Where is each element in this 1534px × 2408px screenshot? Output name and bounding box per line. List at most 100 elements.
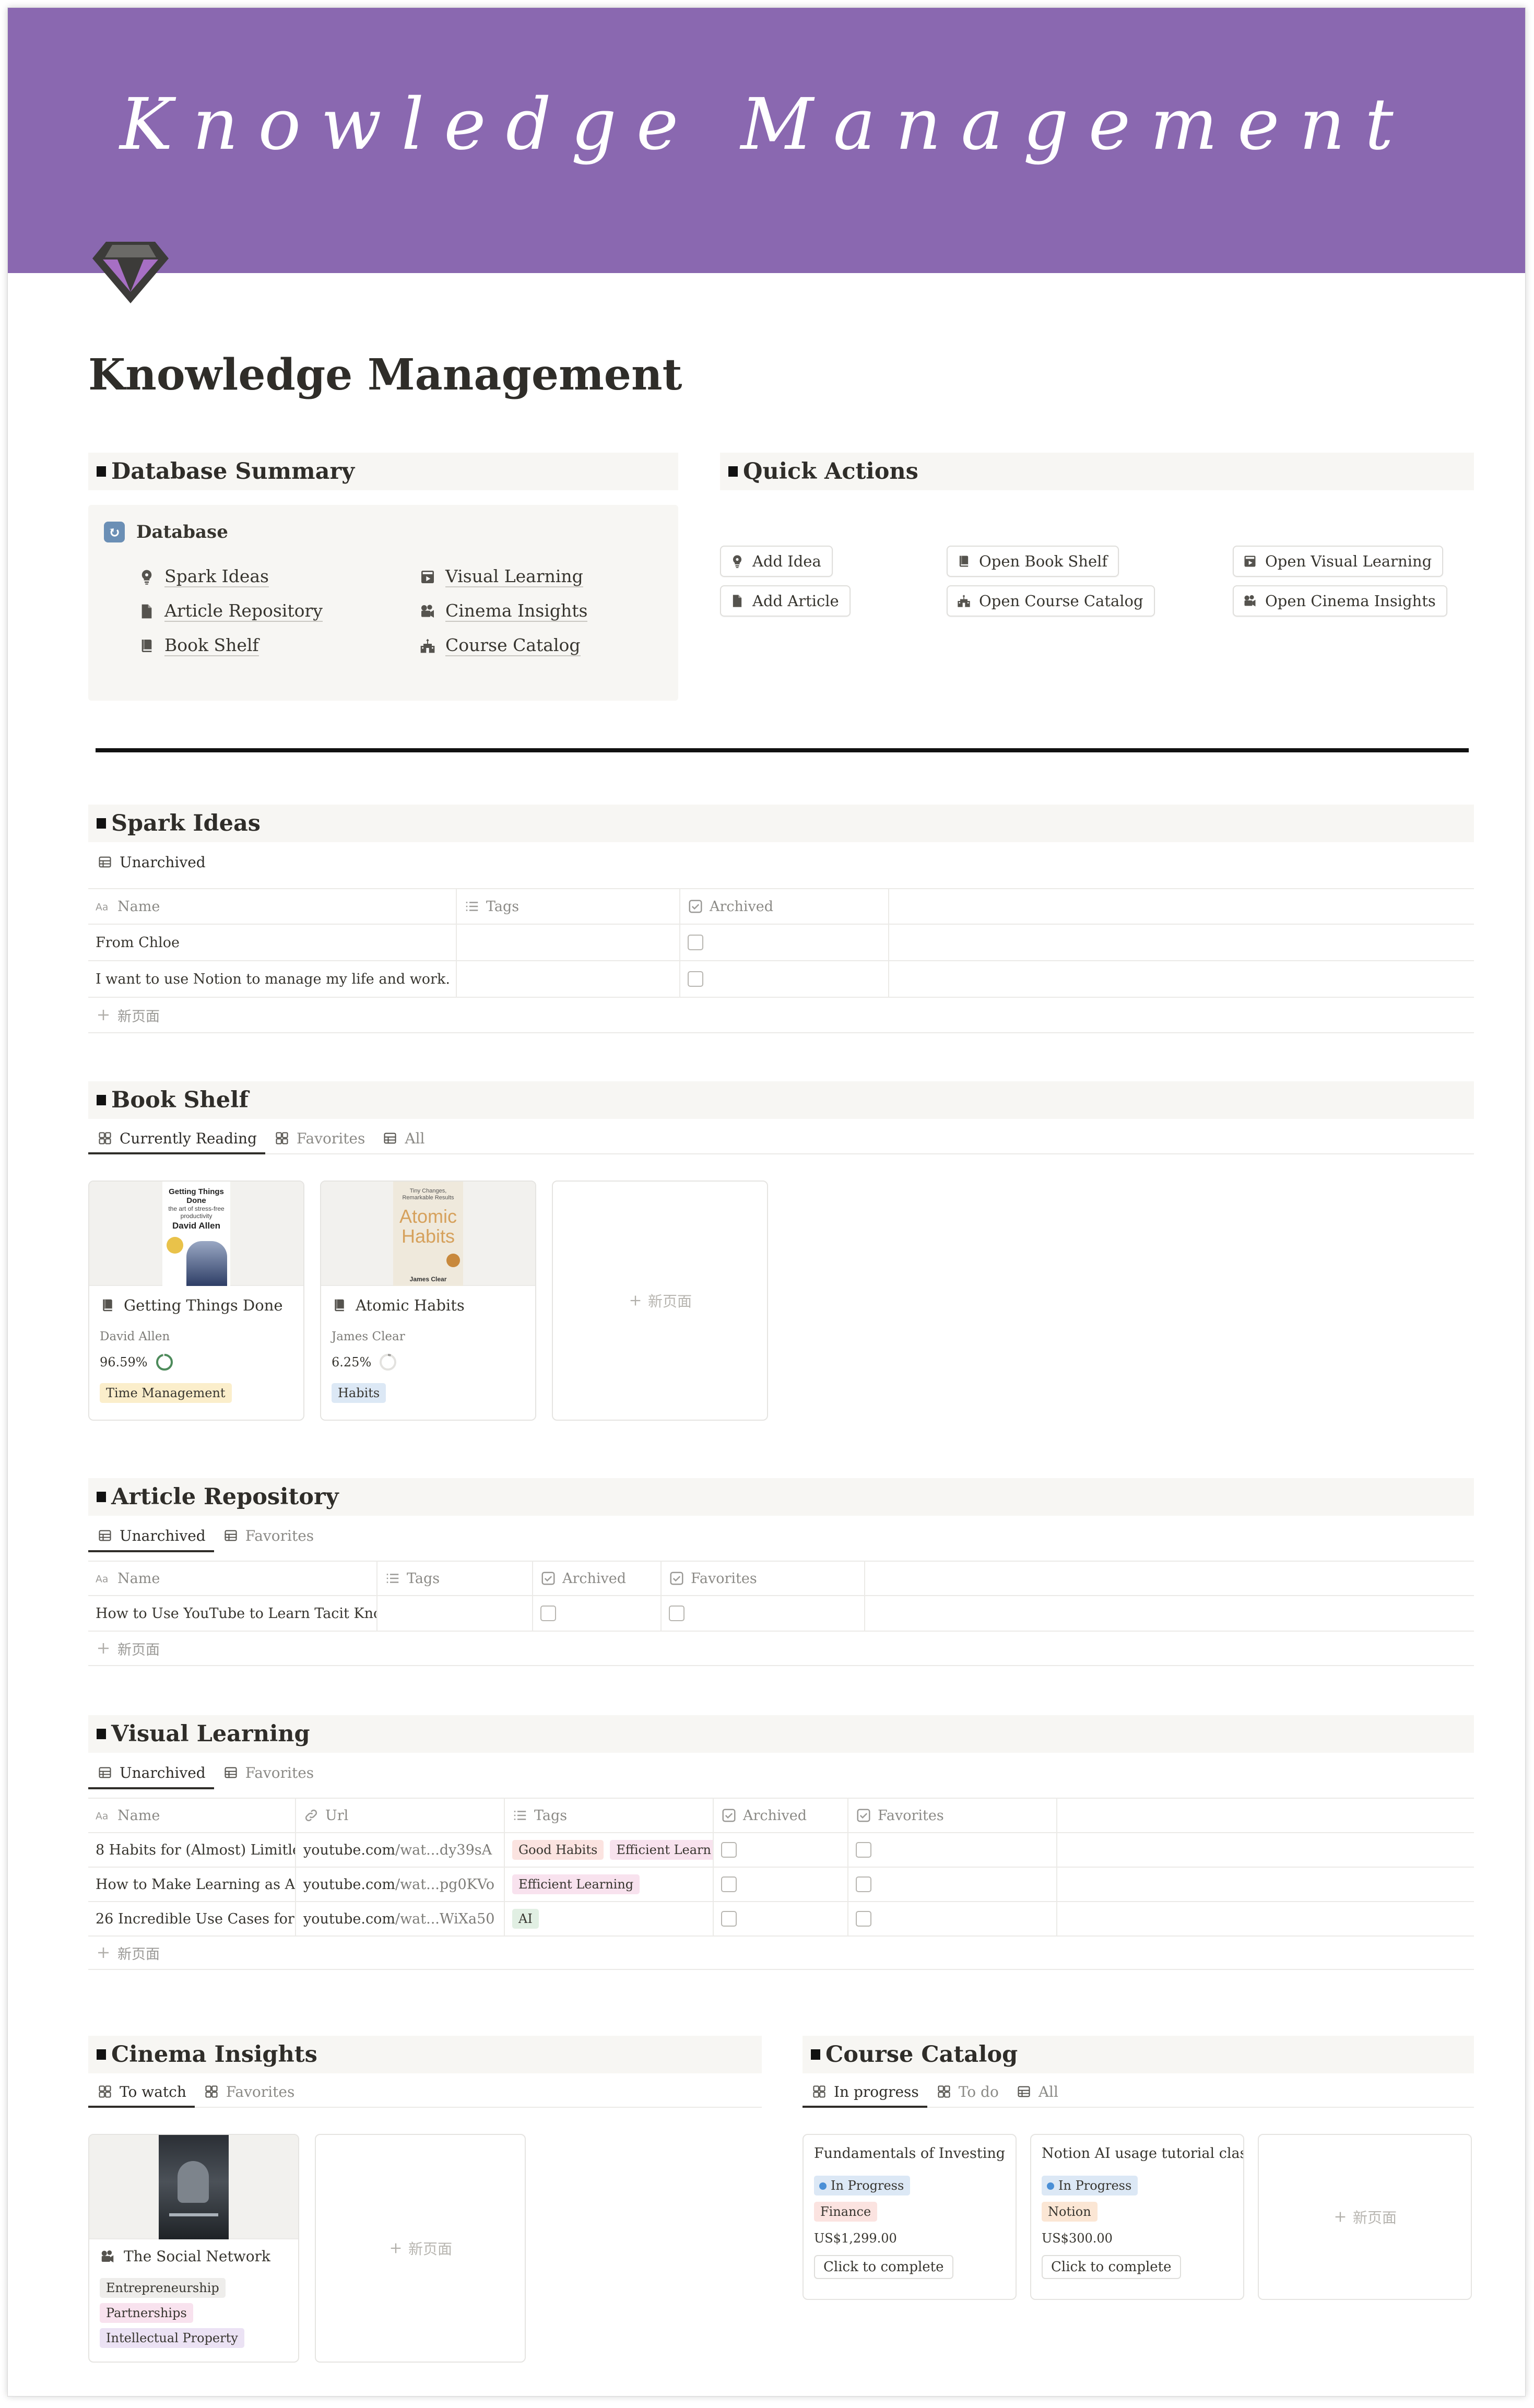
cell-tags[interactable] bbox=[376, 1596, 532, 1631]
column-header-name[interactable]: Name bbox=[88, 889, 456, 924]
new-course-card[interactable]: 新页面 bbox=[1258, 2134, 1472, 2300]
button-label: Open Visual Learning bbox=[1265, 552, 1432, 570]
cell-name[interactable]: From Chloe bbox=[88, 925, 456, 960]
tab-all[interactable]: All bbox=[373, 1123, 433, 1153]
archived-checkbox[interactable] bbox=[721, 1876, 737, 1892]
archived-checkbox[interactable] bbox=[688, 971, 703, 987]
cover-text: Habits bbox=[401, 1225, 455, 1247]
cell-name[interactable]: 8 Habits for (Almost) Limitless I bbox=[88, 1833, 295, 1867]
table-row[interactable]: I want to use Notion to manage my life a… bbox=[88, 960, 1474, 997]
tab-all[interactable]: All bbox=[1007, 2076, 1067, 2107]
add-idea-button[interactable]: Add Idea bbox=[720, 546, 833, 577]
url-path[interactable]: /wat...dy39sA bbox=[395, 1842, 492, 1858]
archived-checkbox[interactable] bbox=[721, 1911, 737, 1927]
cell-name[interactable]: I want to use Notion to manage my life a… bbox=[88, 961, 456, 997]
db-link-spark-ideas[interactable]: Spark Ideas bbox=[138, 566, 269, 587]
table-row[interactable]: 8 Habits for (Almost) Limitless I youtub… bbox=[88, 1832, 1474, 1867]
open-course-catalog-button[interactable]: Open Course Catalog bbox=[947, 585, 1155, 617]
cell-name[interactable]: 26 Incredible Use Cases for the bbox=[88, 1902, 295, 1935]
tab-unarchived[interactable]: Unarchived bbox=[88, 1520, 214, 1552]
db-link-book-shelf[interactable]: Book Shelf bbox=[138, 635, 259, 656]
course-card-notion-ai-tutorial[interactable]: Notion AI usage tutorial class In Progre… bbox=[1030, 2134, 1244, 2300]
column-header-favorites[interactable]: Favorites bbox=[847, 1799, 1056, 1832]
archived-checkbox[interactable] bbox=[540, 1606, 556, 1621]
cell-tags[interactable]: Good Habits Efficient Learn bbox=[504, 1833, 713, 1867]
tab-favorites[interactable]: Favorites bbox=[214, 1520, 322, 1551]
cell-url[interactable]: youtube.com/wat...WiXa50 bbox=[295, 1902, 504, 1935]
column-header-archived[interactable]: Archived bbox=[713, 1799, 847, 1832]
url-path[interactable]: /wat...pg0KVo bbox=[395, 1876, 494, 1893]
cell-tags[interactable] bbox=[456, 925, 679, 960]
tab-unarchived[interactable]: Unarchived bbox=[88, 846, 214, 878]
visual-learning-header: Visual Learning bbox=[88, 1715, 1474, 1753]
add-article-button[interactable]: Add Article bbox=[720, 585, 851, 617]
new-book-card[interactable]: 新页面 bbox=[552, 1181, 768, 1421]
url-path[interactable]: /wat...WiXa50 bbox=[395, 1911, 495, 1927]
column-header-url[interactable]: Url bbox=[295, 1799, 504, 1832]
tab-favorites[interactable]: Favorites bbox=[214, 1757, 322, 1788]
header-square-icon bbox=[728, 466, 738, 477]
db-link-cinema-insights[interactable]: Cinema Insights bbox=[419, 601, 588, 622]
favorites-checkbox[interactable] bbox=[669, 1606, 685, 1621]
gallery-icon bbox=[274, 1131, 290, 1146]
cell-url[interactable]: youtube.com/wat...dy39sA bbox=[295, 1833, 504, 1867]
db-link-article-repository[interactable]: Article Repository bbox=[138, 601, 323, 622]
tab-in-progress[interactable]: In progress bbox=[803, 2076, 927, 2108]
gallery-icon bbox=[936, 2084, 952, 2099]
click-to-complete-button[interactable]: Click to complete bbox=[814, 2255, 953, 2279]
url-host[interactable]: youtube.com bbox=[303, 1842, 395, 1858]
tab-currently-reading[interactable]: Currently Reading bbox=[88, 1123, 265, 1154]
column-header-tags[interactable]: Tags bbox=[504, 1799, 713, 1832]
tab-to-watch[interactable]: To watch bbox=[88, 2076, 195, 2108]
table-row[interactable]: 26 Incredible Use Cases for the youtube.… bbox=[88, 1901, 1474, 1935]
db-link-visual-learning[interactable]: Visual Learning bbox=[419, 566, 583, 587]
open-visual-learning-button[interactable]: Open Visual Learning bbox=[1233, 546, 1444, 577]
book-card-atomic-habits[interactable]: Tiny Changes, Remarkable Results Atomic … bbox=[320, 1181, 536, 1421]
archived-checkbox[interactable] bbox=[721, 1842, 737, 1858]
url-host[interactable]: youtube.com bbox=[303, 1876, 395, 1893]
favorites-checkbox[interactable] bbox=[856, 1842, 871, 1858]
table-row[interactable]: From Chloe bbox=[88, 924, 1474, 960]
new-movie-card[interactable]: 新页面 bbox=[315, 2134, 526, 2363]
favorites-checkbox[interactable] bbox=[856, 1911, 871, 1927]
click-to-complete-button[interactable]: Click to complete bbox=[1042, 2255, 1181, 2279]
tab-favorites[interactable]: Favorites bbox=[195, 2076, 303, 2107]
column-header-tags[interactable]: Tags bbox=[456, 889, 679, 924]
column-header-tags[interactable]: Tags bbox=[376, 1562, 532, 1595]
favorites-checkbox[interactable] bbox=[856, 1876, 871, 1892]
cell-url[interactable]: youtube.com/wat...pg0KVo bbox=[295, 1868, 504, 1901]
tab-to-do[interactable]: To do bbox=[927, 2076, 1007, 2107]
diamond-icon[interactable] bbox=[91, 238, 170, 305]
new-page-row[interactable]: 新页面 bbox=[88, 997, 1474, 1033]
cell-tags[interactable]: Efficient Learning bbox=[504, 1868, 713, 1901]
tab-favorites[interactable]: Favorites bbox=[265, 1123, 373, 1153]
book-card-getting-things-done[interactable]: Getting Things Done the art of stress-fr… bbox=[88, 1181, 304, 1421]
book-author: James Clear bbox=[332, 1330, 405, 1343]
spark-ideas-view-tabs: Unarchived bbox=[88, 846, 214, 878]
archived-checkbox[interactable] bbox=[688, 935, 703, 950]
cell-name[interactable]: How to Use YouTube to Learn Tacit Knowle… bbox=[88, 1596, 376, 1631]
open-cinema-insights-button[interactable]: Open Cinema Insights bbox=[1233, 585, 1447, 617]
db-link-course-catalog[interactable]: Course Catalog bbox=[419, 635, 581, 656]
column-header-name[interactable]: Name bbox=[88, 1799, 295, 1832]
cell-tags[interactable] bbox=[456, 961, 679, 997]
table-row[interactable]: How to Use YouTube to Learn Tacit Knowle… bbox=[88, 1595, 1474, 1631]
column-header-archived[interactable]: Archived bbox=[679, 889, 888, 924]
cell-filler bbox=[888, 925, 1474, 960]
cell-name[interactable]: How to Make Learning as Addic bbox=[88, 1868, 295, 1901]
section-title: Quick Actions bbox=[743, 458, 918, 485]
cell-tags[interactable]: AI bbox=[504, 1902, 713, 1935]
column-header-favorites[interactable]: Favorites bbox=[660, 1562, 864, 1595]
column-header-name[interactable]: Name bbox=[88, 1562, 376, 1595]
course-card-fundamentals-of-investing[interactable]: Fundamentals of Investing In Progress Fi… bbox=[803, 2134, 1017, 2300]
table-row[interactable]: How to Make Learning as Addic youtube.co… bbox=[88, 1867, 1474, 1901]
new-page-row[interactable]: 新页面 bbox=[88, 1631, 1474, 1666]
movie-card-the-social-network[interactable]: The Social Network Entrepreneurship Part… bbox=[88, 2134, 299, 2363]
tab-unarchived[interactable]: Unarchived bbox=[88, 1757, 214, 1789]
column-header-archived[interactable]: Archived bbox=[532, 1562, 660, 1595]
movie-title: The Social Network bbox=[124, 2248, 270, 2265]
plus-icon bbox=[96, 1945, 111, 1961]
new-page-row[interactable]: 新页面 bbox=[88, 1935, 1474, 1970]
url-host[interactable]: youtube.com bbox=[303, 1911, 395, 1927]
open-book-shelf-button[interactable]: Open Book Shelf bbox=[947, 546, 1119, 577]
